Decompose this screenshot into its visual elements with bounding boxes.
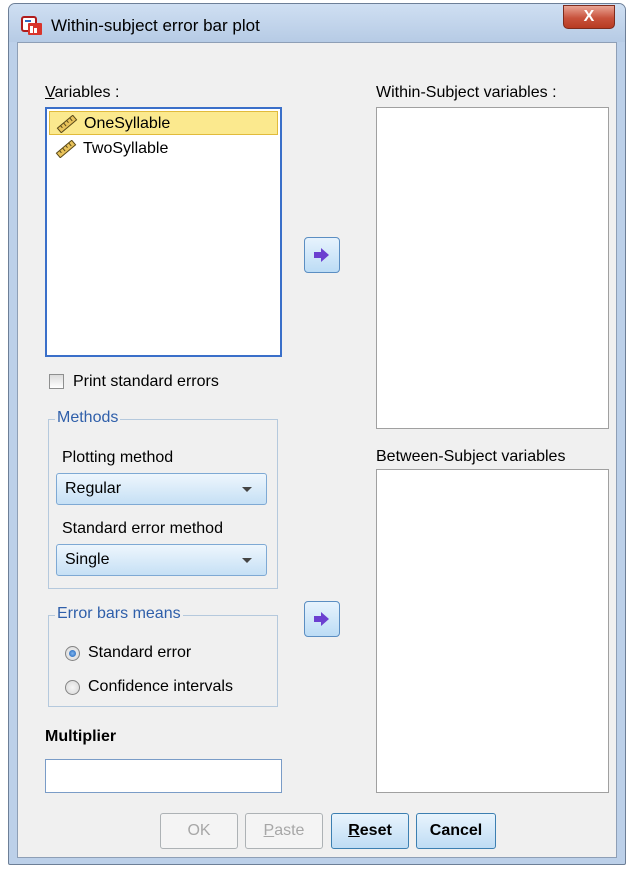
app-icon bbox=[21, 16, 42, 35]
paste-button[interactable]: Paste bbox=[245, 813, 323, 849]
ruler-icon bbox=[56, 115, 78, 133]
arrow-right-icon bbox=[314, 612, 329, 626]
between-subject-list[interactable] bbox=[376, 469, 609, 793]
confidence-intervals-label: Confidence intervals bbox=[88, 678, 233, 695]
dialog-window: Within-subject error bar plot X Variable… bbox=[8, 3, 626, 865]
chevron-down-icon bbox=[242, 558, 252, 563]
list-item-label: OneSyllable bbox=[84, 115, 171, 132]
standard-error-method-value: Single bbox=[65, 551, 110, 568]
variables-label-text: ariables : bbox=[54, 84, 120, 101]
plotting-method-value: Regular bbox=[65, 480, 122, 497]
chevron-down-icon bbox=[242, 487, 252, 492]
variables-list[interactable]: OneSyllable TwoSyllable bbox=[45, 107, 282, 357]
window-title: Within-subject error bar plot bbox=[51, 16, 260, 35]
paste-button-label: aste bbox=[274, 822, 305, 839]
multiplier-label: Multiplier bbox=[45, 728, 117, 745]
list-item-label: TwoSyllable bbox=[83, 140, 169, 157]
standard-error-label: Standard error bbox=[88, 644, 192, 661]
ruler-icon bbox=[55, 140, 77, 158]
variables-label: Variables : bbox=[45, 84, 119, 102]
multiplier-field[interactable] bbox=[45, 759, 282, 793]
error-bars-group-title: Error bars means bbox=[55, 605, 183, 623]
reset-button[interactable]: Reset bbox=[331, 813, 409, 849]
between-subject-label: Between-Subject variables bbox=[376, 448, 566, 465]
dialog-client-area: Variables : OneSyllable TwoSyllable With… bbox=[17, 42, 617, 858]
list-item-onesyllable[interactable]: OneSyllable bbox=[49, 111, 278, 135]
move-to-within-button[interactable] bbox=[304, 237, 340, 273]
ok-button[interactable]: OK bbox=[160, 813, 238, 849]
reset-button-label: eset bbox=[359, 822, 392, 839]
confidence-intervals-radio[interactable] bbox=[65, 680, 80, 695]
standard-error-radio[interactable] bbox=[65, 646, 80, 661]
reset-button-mnemonic: R bbox=[348, 822, 360, 839]
methods-group-title: Methods bbox=[55, 409, 121, 427]
close-button[interactable]: X bbox=[563, 5, 615, 29]
standard-error-method-dropdown[interactable]: Single bbox=[56, 544, 267, 576]
within-subject-list[interactable] bbox=[376, 107, 609, 429]
cancel-button[interactable]: Cancel bbox=[416, 813, 496, 849]
list-item-twosyllable[interactable]: TwoSyllable bbox=[49, 137, 278, 161]
plotting-method-dropdown[interactable]: Regular bbox=[56, 473, 267, 505]
move-to-between-button[interactable] bbox=[304, 601, 340, 637]
plotting-method-label: Plotting method bbox=[62, 449, 174, 466]
within-subject-label: Within-Subject variables : bbox=[376, 84, 557, 101]
title-bar[interactable]: Within-subject error bar plot X bbox=[9, 4, 625, 42]
print-standard-errors-checkbox[interactable] bbox=[49, 374, 64, 389]
print-standard-errors-label: Print standard errors bbox=[73, 373, 219, 390]
paste-button-mnemonic: P bbox=[263, 822, 275, 839]
standard-error-method-label: Standard error method bbox=[62, 520, 223, 537]
arrow-right-icon bbox=[314, 248, 329, 262]
